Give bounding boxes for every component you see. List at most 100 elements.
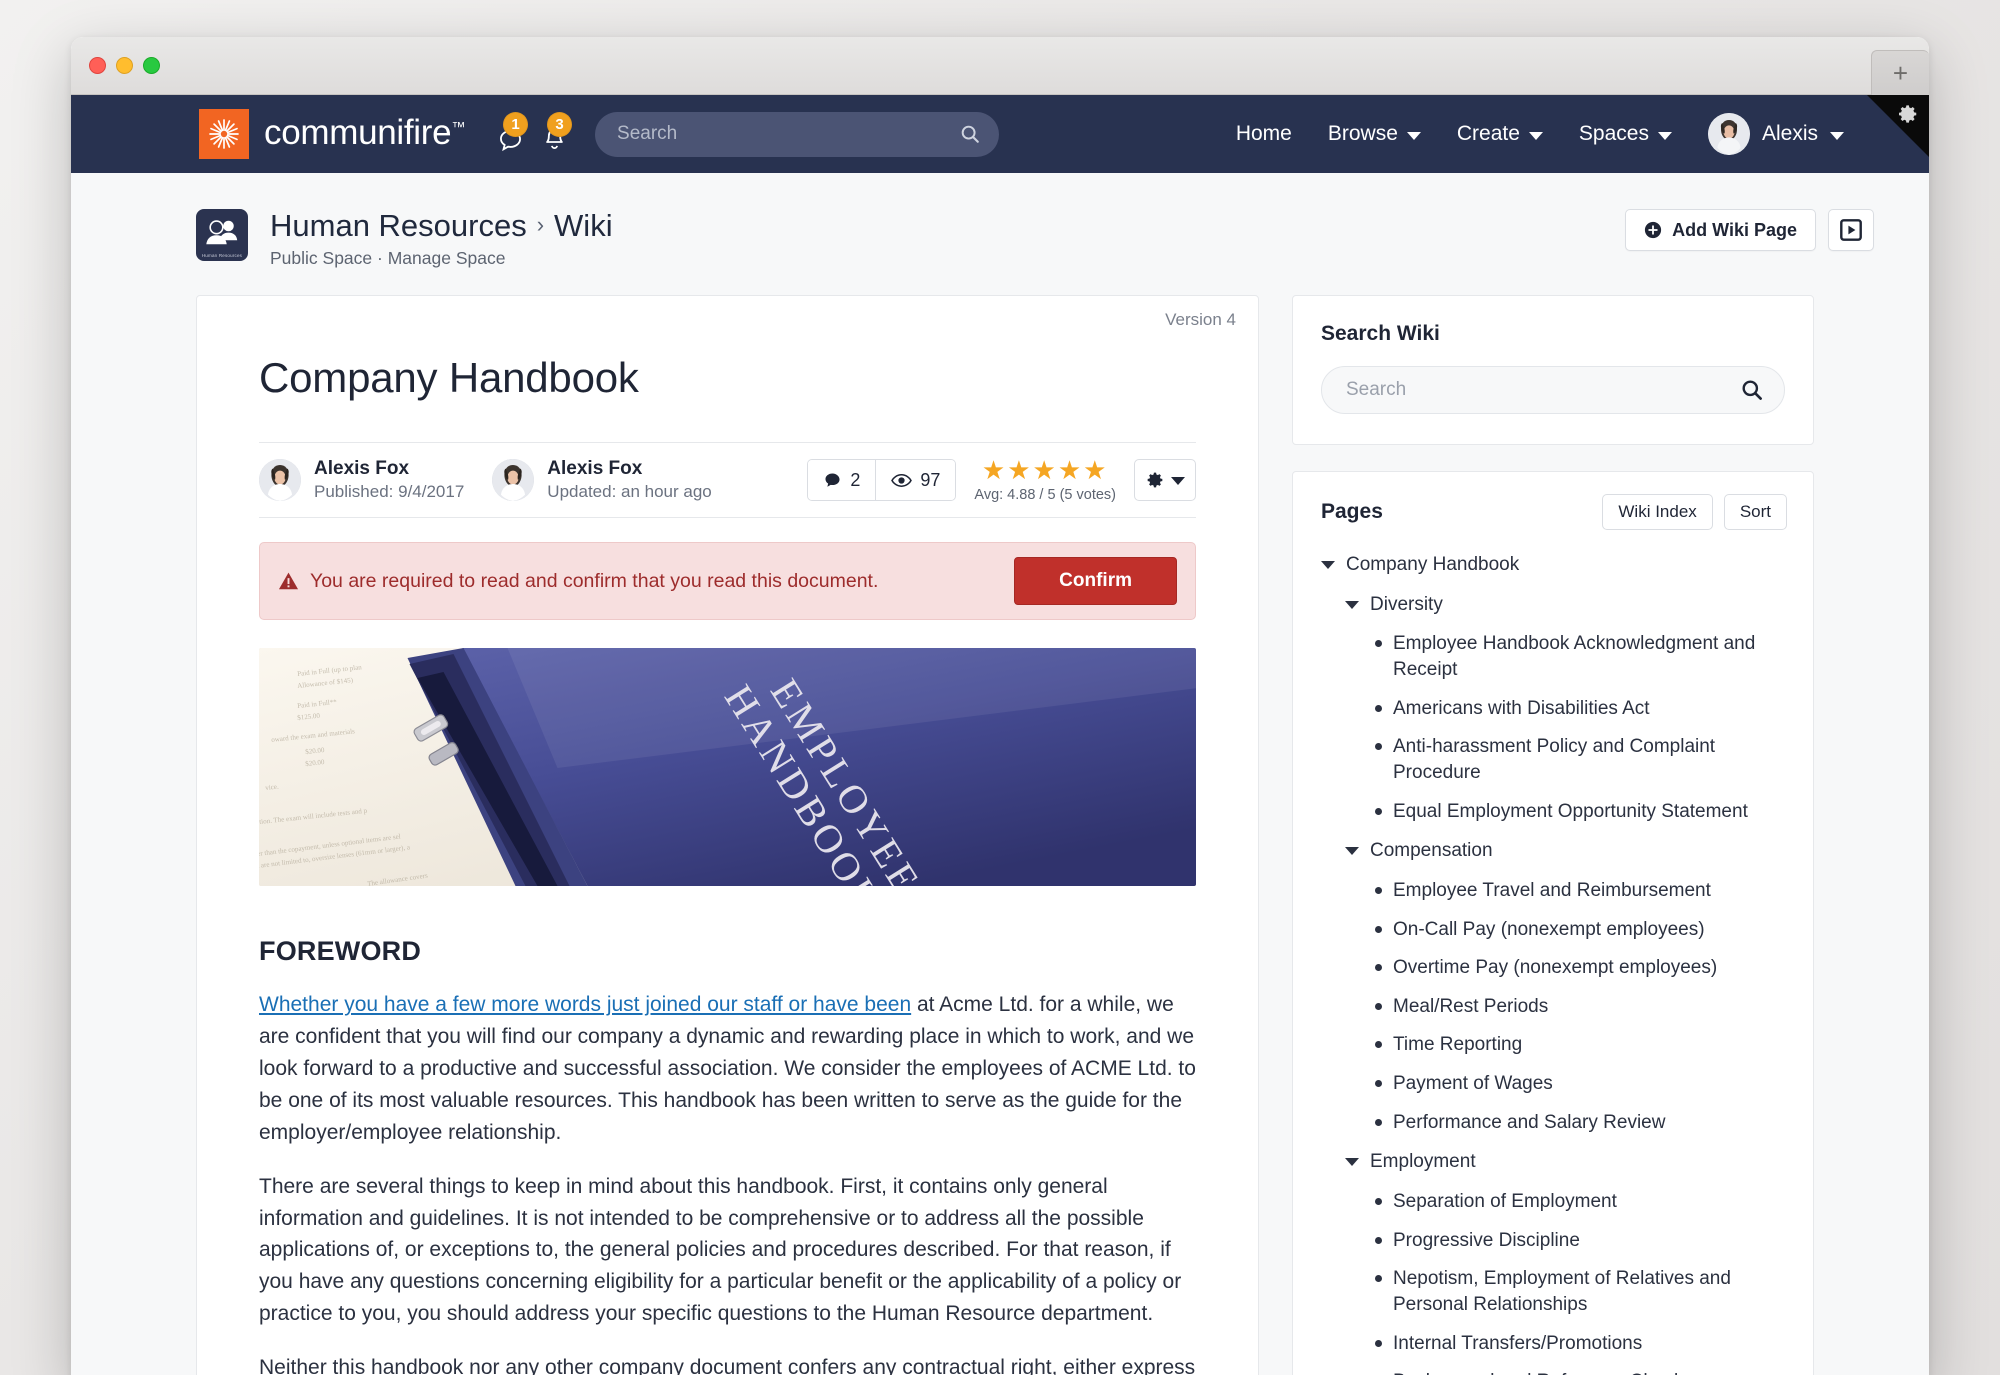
bullet-icon (1375, 807, 1382, 815)
manage-space-link[interactable]: Manage Space (388, 248, 506, 268)
views-count-display: 97 (875, 460, 956, 501)
wiki-tree-branch[interactable]: Company Handbook (1321, 552, 1787, 578)
wiki-tree-leaf[interactable]: Employee Travel and Reimbursement (1321, 878, 1787, 904)
slideshow-button[interactable] (1828, 209, 1874, 251)
breadcrumb-space-name[interactable]: Human Resources (270, 208, 527, 243)
add-wiki-page-button[interactable]: Add Wiki Page (1625, 209, 1816, 251)
messages-button[interactable]: 1 (495, 112, 529, 154)
wiki-page-tree: Company Handbook Diversity Employee Handbo… (1293, 530, 1813, 1375)
wiki-tree-label: Performance and Salary Review (1393, 1111, 1666, 1133)
chevron-down-icon (1830, 132, 1844, 140)
views-count: 97 (920, 469, 941, 490)
bullet-icon (1375, 1080, 1382, 1088)
nav-item-browse[interactable]: Browse (1328, 122, 1421, 146)
wiki-tree-label: Overtime Pay (nonexempt employees) (1393, 957, 1718, 979)
wiki-search[interactable] (1321, 366, 1785, 415)
confirm-button[interactable]: Confirm (1014, 557, 1177, 606)
wiki-index-button[interactable]: Wiki Index (1602, 494, 1713, 531)
wiki-tree-label: Compensation (1370, 840, 1493, 862)
rating-widget[interactable]: ★★★★★ Avg: 4.88 / 5 (5 votes) (974, 457, 1116, 503)
user-menu[interactable]: Alexis (1707, 113, 1844, 155)
wiki-tree-branch[interactable]: Employment (1321, 1149, 1787, 1175)
global-search[interactable] (595, 111, 1000, 157)
wiki-tree-leaf[interactable]: Equal Employment Opportunity Statement (1321, 799, 1787, 825)
bullet-icon (1375, 640, 1382, 648)
star-rating-icon[interactable]: ★★★★★ (974, 457, 1116, 483)
browser-titlebar: + (71, 37, 1929, 95)
global-search-input[interactable] (617, 123, 960, 145)
wiki-tree-label: Company Handbook (1346, 554, 1520, 576)
user-name: Alexis (1761, 122, 1818, 145)
caret-down-icon[interactable] (1345, 600, 1359, 609)
wiki-tree-label: Time Reporting (1393, 1034, 1523, 1056)
wiki-tree-leaf[interactable]: Overtime Pay (nonexempt employees) (1321, 955, 1787, 981)
wiki-tree-leaf[interactable]: Separation of Employment (1321, 1189, 1787, 1215)
wiki-tree-branch[interactable]: Diversity (1321, 592, 1787, 618)
wiki-tree-leaf[interactable]: Payment of Wages (1321, 1071, 1787, 1097)
wiki-tree-leaf[interactable]: Employee Handbook Acknowledgment and Rec… (1321, 631, 1787, 682)
brand-logo[interactable]: communifire™ (199, 109, 465, 159)
wiki-tree-branch[interactable]: Compensation (1321, 838, 1787, 864)
wiki-tree-leaf[interactable]: Americans with Disabilities Act (1321, 696, 1787, 722)
comments-count-button[interactable]: 2 (808, 460, 876, 501)
gear-icon (1147, 472, 1163, 488)
bullet-icon (1375, 1118, 1382, 1126)
wiki-tree-label: Separation of Employment (1393, 1190, 1617, 1212)
search-icon (961, 125, 979, 143)
bullet-icon (1375, 704, 1382, 712)
nav-item-home[interactable]: Home (1236, 122, 1292, 146)
nav-label-browse: Browse (1327, 122, 1398, 145)
right-sidebar: Search Wiki Pages (1292, 295, 1814, 1375)
gear-icon[interactable] (1897, 103, 1919, 125)
notifications-badge: 3 (547, 112, 573, 137)
alert-message: You are required to read and confirm tha… (310, 569, 879, 592)
wiki-tree-leaf[interactable]: Anti-harassment Policy and Complaint Pro… (1321, 734, 1787, 785)
search-icon[interactable] (1740, 378, 1764, 402)
wiki-tree-label: Anti-harassment Policy and Complaint Pro… (1393, 736, 1716, 783)
caret-down-icon[interactable] (1345, 1158, 1359, 1167)
new-tab-button[interactable]: + (1871, 50, 1929, 95)
breadcrumb-section-name[interactable]: Wiki (554, 208, 613, 243)
bullet-icon (1375, 743, 1382, 751)
sort-button[interactable]: Sort (1723, 494, 1787, 531)
breadcrumb-separator-icon: › (536, 211, 545, 237)
wiki-tree-leaf[interactable]: Background and Reference Checks (1321, 1369, 1787, 1375)
rating-label: Avg: 4.88 / 5 (5 votes) (974, 487, 1116, 504)
wiki-search-input[interactable] (1346, 379, 1740, 402)
pages-title: Pages (1321, 500, 1383, 524)
wiki-tree-leaf[interactable]: Progressive Discipline (1321, 1228, 1787, 1254)
brand-name: communifire™ (264, 113, 466, 152)
bullet-icon (1375, 1041, 1382, 1049)
paragraph-2: There are several things to keep in mind… (259, 1174, 1182, 1326)
nav-item-spaces[interactable]: Spaces (1579, 122, 1672, 146)
wiki-tree-leaf[interactable]: On-Call Pay (nonexempt employees) (1321, 917, 1787, 943)
paragraph-1: Whether you have a few more words just j… (259, 989, 1196, 1149)
page-title: Company Handbook (259, 354, 639, 402)
author-name[interactable]: Alexis Fox (314, 457, 464, 481)
wiki-tree-leaf[interactable]: Meal/Rest Periods (1321, 994, 1787, 1020)
wiki-tree-leaf[interactable]: Nepotism, Employment of Relatives and Pe… (1321, 1266, 1787, 1317)
wiki-tree-leaf[interactable]: Time Reporting (1321, 1032, 1787, 1058)
article-settings-button[interactable] (1134, 459, 1196, 502)
minimize-window-icon[interactable] (116, 57, 133, 74)
main-navigation: Home Browse Create Spaces Alexis (1236, 113, 1844, 155)
foreword-link[interactable]: Whether you have a few more words just j… (259, 993, 911, 1016)
author-name[interactable]: Alexis Fox (547, 457, 711, 481)
close-window-icon[interactable] (89, 57, 106, 74)
wiki-tree-leaf[interactable]: Internal Transfers/Promotions (1321, 1331, 1787, 1357)
caret-down-icon[interactable] (1345, 847, 1359, 856)
wiki-tree-label: Equal Employment Opportunity Statement (1393, 800, 1748, 822)
wiki-tree-leaf[interactable]: Performance and Salary Review (1321, 1110, 1787, 1136)
nav-item-create[interactable]: Create (1457, 122, 1543, 146)
section-heading-foreword: FOREWORD (259, 936, 422, 967)
bullet-icon (1375, 1339, 1382, 1347)
window-traffic-lights (89, 57, 160, 74)
content-columns: Version 4 Company Handbook Alexis Fox Pu… (71, 269, 1929, 1375)
wiki-tree-label: Employee Handbook Acknowledgment and Rec… (1393, 633, 1756, 681)
caret-down-icon[interactable] (1321, 561, 1335, 570)
notifications-button[interactable]: 3 (539, 112, 573, 154)
search-wiki-card: Search Wiki (1292, 295, 1814, 446)
maximize-window-icon[interactable] (143, 57, 160, 74)
nav-label-create: Create (1456, 122, 1520, 145)
article-meta-row: Alexis Fox Published: 9/4/2017 Alexis Fo… (259, 442, 1196, 519)
